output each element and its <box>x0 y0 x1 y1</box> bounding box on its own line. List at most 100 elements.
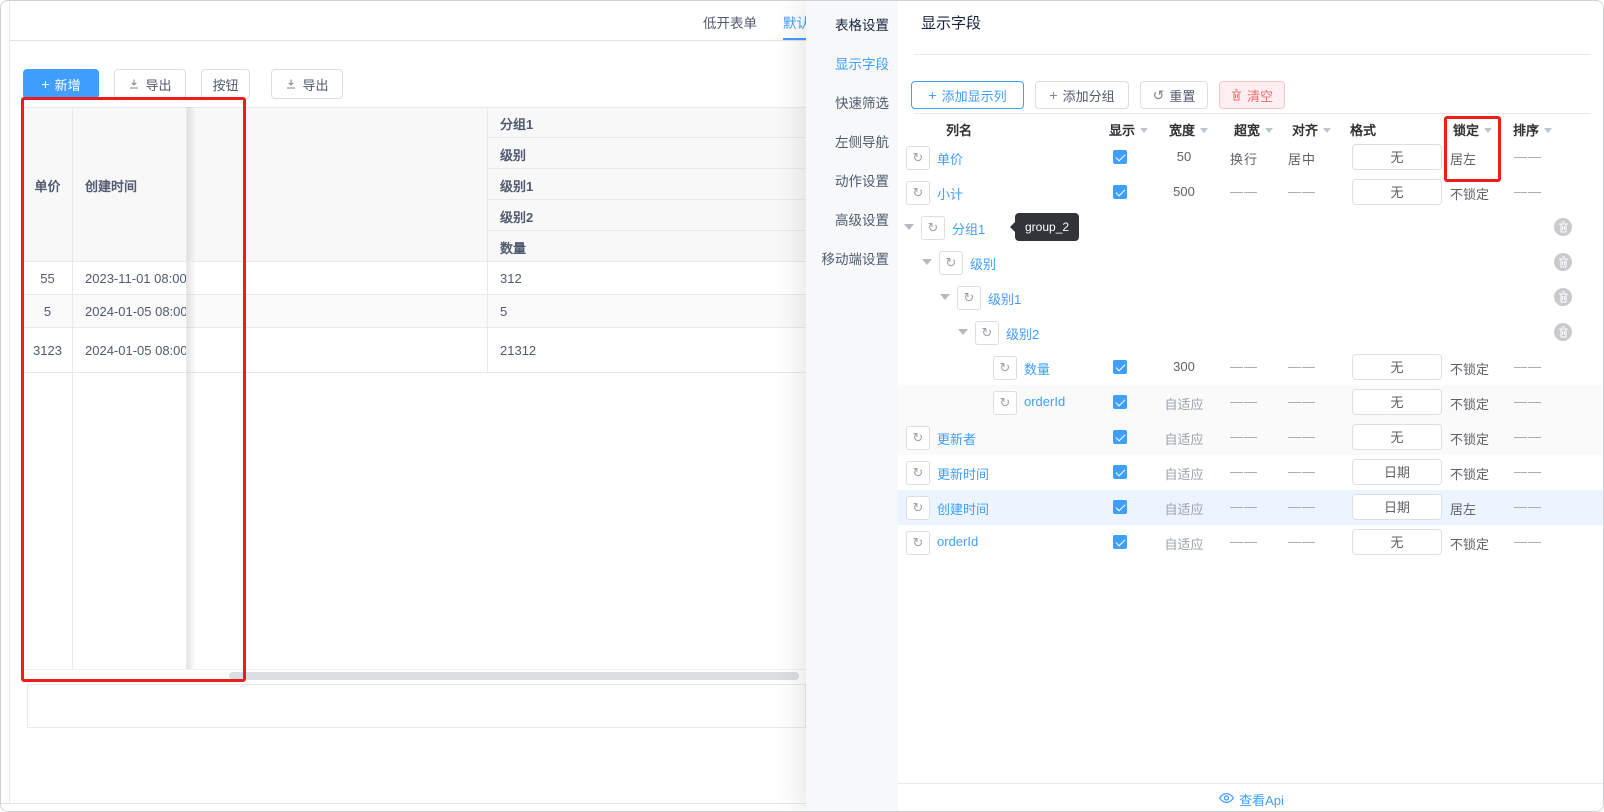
lock-value: 不锁定 <box>1450 537 1490 552</box>
overflow-value: —— <box>1230 184 1258 199</box>
app-window: 低开表单默认 +新增导出按钮导出 分组1级别级别1级别2数量单价创建时间5520… <box>0 0 1604 812</box>
toolbar-button-button[interactable]: 按钮 <box>201 69 250 99</box>
format-select[interactable]: 无 <box>1352 179 1442 205</box>
swap-field-button[interactable]: ↻ <box>906 146 930 170</box>
field-name-link[interactable]: 级别1 <box>988 289 1021 308</box>
grid-header-2[interactable]: 显示 <box>1109 120 1149 139</box>
sort-value: —— <box>1514 184 1542 199</box>
field-name-link[interactable]: 小计 <box>937 184 963 203</box>
field-name-link[interactable]: 数量 <box>1024 359 1050 378</box>
sidebar-item-6[interactable]: 移动端设置 <box>806 248 890 268</box>
grid-header-label: 锁定 <box>1453 123 1480 138</box>
field-name-link[interactable]: 单价 <box>937 149 963 168</box>
grid-header-label: 对齐 <box>1292 123 1319 138</box>
delete-group-button[interactable] <box>1554 253 1572 271</box>
sidebar-item-1[interactable]: 显示字段 <box>806 53 889 73</box>
expand-chevron-icon[interactable] <box>922 259 932 265</box>
field-row-小计: ↻ 小计 500 —— —— 无不锁定 —— <box>898 175 1603 210</box>
visible-checkbox[interactable] <box>1113 360 1127 374</box>
page-left-divider <box>9 1 10 803</box>
visible-checkbox[interactable] <box>1113 185 1127 199</box>
swap-field-button[interactable]: ↻ <box>906 531 930 555</box>
field-name-link[interactable]: 创建时间 <box>937 499 989 518</box>
view-api-link[interactable]: 查看Api <box>1218 790 1284 809</box>
width-value: 300 <box>1173 359 1195 374</box>
fixed-column-header-price: 单价 <box>34 179 61 194</box>
swap-field-button[interactable]: ↻ <box>975 321 999 345</box>
eye-icon <box>1218 792 1235 807</box>
delete-group-button[interactable] <box>1554 218 1572 236</box>
lock-value: 不锁定 <box>1450 467 1490 482</box>
expand-chevron-icon[interactable] <box>958 329 968 335</box>
toolbar-button-label: 新增 <box>54 77 81 93</box>
visible-checkbox[interactable] <box>1113 395 1127 409</box>
field-name-link[interactable]: 更新时间 <box>937 464 989 483</box>
field-row-创建时间: ↻ 创建时间 自适应 —— —— 日期 居左 —— <box>898 490 1603 525</box>
add-display-column-button[interactable]: + 添加显示列 <box>911 81 1024 109</box>
sidebar-item-5[interactable]: 高级设置 <box>806 209 889 229</box>
cell-created: 2023-11-01 08:00 <box>85 271 186 286</box>
group-header-cell <box>487 138 806 169</box>
swap-field-button[interactable]: ↻ <box>906 181 930 205</box>
add-group-button[interactable]: + 添加分组 <box>1035 81 1129 109</box>
field-row-orderId: ↻ orderId 自适应 —— —— 无不锁定 —— <box>898 385 1603 420</box>
format-select[interactable]: 无 <box>1352 389 1442 415</box>
format-select[interactable]: 日期 <box>1352 459 1442 485</box>
format-select[interactable]: 无 <box>1352 424 1442 450</box>
swap-field-button[interactable]: ↻ <box>906 496 930 520</box>
table-row[interactable]: 3123 2024-01-05 08:00 21312 <box>23 328 806 373</box>
toolbar-button-export-3[interactable]: 导出 <box>271 69 343 99</box>
align-value: —— <box>1288 464 1316 479</box>
field-name-link[interactable]: orderId <box>1024 394 1065 409</box>
visible-checkbox[interactable] <box>1113 430 1127 444</box>
visible-checkbox[interactable] <box>1113 535 1127 549</box>
grid-header-5[interactable]: 对齐 <box>1292 120 1332 139</box>
field-name-link[interactable]: 分组1 <box>952 219 985 238</box>
cell-price: 3123 <box>33 343 62 358</box>
reset-button[interactable]: ↺ 重置 <box>1140 81 1208 109</box>
format-select[interactable]: 无 <box>1352 144 1442 170</box>
tab-default[interactable]: 默认 <box>783 12 806 32</box>
visible-checkbox[interactable] <box>1113 465 1127 479</box>
swap-field-button[interactable]: ↻ <box>993 391 1017 415</box>
grid-header-7[interactable]: 锁定 <box>1453 120 1493 139</box>
grid-header-4[interactable]: 超宽 <box>1234 120 1274 139</box>
clear-button[interactable]: 清空 <box>1219 81 1285 109</box>
swap-field-button[interactable]: ↻ <box>993 356 1017 380</box>
grid-header-8[interactable]: 排序 <box>1513 120 1553 139</box>
field-name-link[interactable]: orderId <box>937 534 978 549</box>
sidebar-item-4[interactable]: 动作设置 <box>806 170 889 190</box>
toolbar-button-label: 按钮 <box>212 77 239 93</box>
field-name-link[interactable]: 级别 <box>970 254 996 273</box>
field-name-link[interactable]: 级别2 <box>1006 324 1039 343</box>
width-value: 自适应 <box>1164 537 1204 552</box>
swap-field-button[interactable]: ↻ <box>906 461 930 485</box>
sidebar-item-3[interactable]: 左侧导航 <box>806 131 889 151</box>
swap-field-button[interactable]: ↻ <box>906 426 930 450</box>
toolbar-button-export-1[interactable]: 导出 <box>114 69 186 99</box>
delete-group-button[interactable] <box>1554 323 1572 341</box>
format-select[interactable]: 日期 <box>1352 494 1442 520</box>
panel-footer: 查看Api <box>898 783 1603 811</box>
table-row[interactable]: 5 2024-01-05 08:00 5 <box>23 295 806 328</box>
expand-chevron-icon[interactable] <box>904 224 914 230</box>
swap-field-button[interactable]: ↻ <box>939 251 963 275</box>
format-select[interactable]: 无 <box>1352 529 1442 555</box>
format-select[interactable]: 无 <box>1352 354 1442 380</box>
expand-chevron-icon[interactable] <box>940 294 950 300</box>
toolbar-button-add[interactable]: + 新增 <box>23 69 99 99</box>
field-name-link[interactable]: 更新者 <box>937 429 976 448</box>
width-value: 500 <box>1173 184 1195 199</box>
grid-header-3[interactable]: 宽度 <box>1169 120 1209 139</box>
sidebar-item-2[interactable]: 快速筛选 <box>806 92 889 112</box>
visible-checkbox[interactable] <box>1113 500 1127 514</box>
swap-field-button[interactable]: ↻ <box>921 216 945 240</box>
table-row[interactable]: 55 2023-11-01 08:00 312 <box>23 262 806 295</box>
tab-form[interactable]: 低开表单 <box>703 12 761 32</box>
pagination-bar <box>27 684 806 728</box>
fixed-column-header-created: 创建时间 <box>85 179 138 194</box>
delete-group-button[interactable] <box>1554 288 1572 306</box>
horizontal-scrollbar[interactable] <box>229 672 799 680</box>
swap-field-button[interactable]: ↻ <box>957 286 981 310</box>
visible-checkbox[interactable] <box>1113 150 1127 164</box>
